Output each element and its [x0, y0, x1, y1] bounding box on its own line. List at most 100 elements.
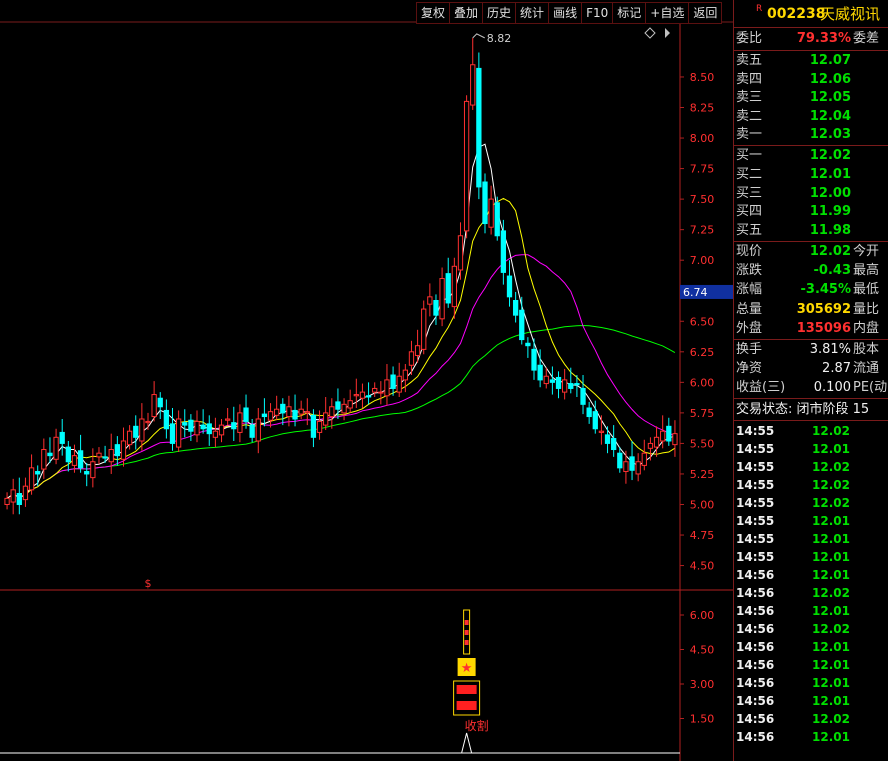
divider — [734, 27, 888, 28]
tick-time: 14:55 — [736, 514, 775, 528]
candle-body — [384, 379, 390, 397]
tick-time: 14:55 — [736, 478, 775, 492]
candle-body — [126, 430, 133, 446]
candle-body — [114, 444, 120, 457]
tick-time: 14:56 — [736, 568, 775, 582]
candle-body — [102, 456, 108, 459]
tick-row: 14:55 12.02 — [734, 422, 888, 440]
stat-row-label: 收益(三) — [736, 380, 786, 395]
tick-price: 12.01 — [812, 730, 850, 744]
tick-time: 14:56 — [736, 658, 775, 672]
candle-body — [439, 278, 445, 320]
candle-body — [16, 493, 22, 505]
toolbar-history-button[interactable]: 历史 — [482, 2, 516, 24]
tick-time: 14:56 — [736, 604, 775, 618]
toolbar-add-watchlist-button[interactable]: +自选 — [645, 2, 689, 24]
play-icon — [665, 28, 670, 38]
candle-body — [365, 395, 372, 398]
peak-marker — [472, 33, 485, 39]
divider — [734, 420, 888, 421]
peak-price-label: 8.82 — [487, 32, 512, 45]
quote-panel: R 002238 天威视讯 委比 79.33% 委差 卖五 12.07 卖四 12.0… — [733, 0, 888, 761]
bottom-y-tick-label: 6.00 — [690, 609, 715, 622]
candle-body — [543, 375, 549, 385]
chart-frame — [0, 21, 733, 761]
candle-body — [298, 408, 304, 415]
quote-row: 现价 12.02 今开 — [734, 243, 888, 261]
quote-row-label: 总量 — [736, 301, 763, 317]
candle-body — [629, 456, 635, 471]
candle-body — [323, 412, 329, 426]
star-icon: ★ — [461, 661, 473, 676]
ask-row-value: 12.03 — [809, 127, 851, 142]
candle-body — [574, 383, 580, 386]
tick-row: 14:56 12.01 — [734, 728, 888, 746]
ma-path — [6, 254, 676, 499]
candle-body — [286, 406, 292, 418]
tick-price: 12.02 — [812, 712, 850, 726]
candle-body — [65, 446, 71, 463]
ask-row-value: 12.04 — [809, 108, 851, 124]
candle-body — [182, 422, 188, 426]
candle-body — [635, 461, 641, 475]
tick-time: 14:56 — [736, 712, 775, 726]
tick-time: 14:56 — [736, 694, 775, 708]
candle-body — [151, 394, 157, 418]
toolbar-mark-button[interactable]: 标记 — [612, 2, 646, 24]
candle-body — [408, 351, 415, 366]
stat-row: 净资 2.87 流通 — [734, 360, 888, 378]
toolbar-f10-button[interactable]: F10 — [581, 2, 613, 24]
y-tick-label: 7.00 — [690, 254, 715, 267]
candle-body — [611, 438, 617, 451]
ask-row: 卖四 12.06 — [734, 71, 888, 89]
kline-chart[interactable]: 8.508.258.007.757.507.257.006.756.506.25… — [0, 0, 733, 761]
ask-row: 卖二 12.04 — [734, 108, 888, 126]
candle-body — [47, 452, 53, 457]
tick-price: 12.01 — [812, 604, 850, 618]
candle-body — [175, 418, 182, 448]
candle-body — [427, 296, 433, 305]
ma10-line — [6, 197, 676, 499]
candle-body — [378, 391, 384, 394]
toolbar-fuquan-button[interactable]: 复权 — [416, 2, 450, 24]
tick-row: 14:56 12.02 — [734, 710, 888, 728]
candle-body — [390, 374, 396, 389]
tick-price: 12.02 — [812, 622, 850, 636]
tick-row: 14:55 12.01 — [734, 530, 888, 548]
tick-time: 14:55 — [736, 532, 775, 546]
candle-body — [463, 100, 470, 232]
ask-row-label: 卖二 — [736, 108, 763, 124]
divider — [734, 398, 888, 399]
ask-row: 卖一 12.03 — [734, 126, 888, 144]
toolbar-stats-button[interactable]: 统计 — [515, 2, 549, 24]
signal-bar — [456, 685, 477, 694]
candle-body — [488, 198, 494, 228]
candle-body — [445, 273, 451, 304]
weibi-label: 委比 — [736, 31, 763, 46]
stat-row-label: 净资 — [736, 361, 763, 376]
bottom-y-tick-label: 3.00 — [690, 678, 715, 691]
candle-body — [476, 67, 482, 188]
candle-body — [592, 411, 598, 430]
stock-header: R 002238 天威视讯 — [734, 3, 888, 25]
candle-body — [84, 471, 90, 475]
candle-body — [482, 181, 488, 225]
y-tick-label: 8.00 — [690, 132, 715, 145]
bid-row-value: 12.01 — [809, 166, 851, 182]
tick-price: 12.01 — [812, 514, 850, 528]
stat-row-value: 0.100 — [813, 380, 851, 395]
candle-body — [470, 64, 476, 106]
candle-body — [188, 419, 194, 432]
candle-body — [341, 403, 347, 414]
tick-price: 12.01 — [812, 676, 850, 690]
toolbar-overlay-button[interactable]: 叠加 — [449, 2, 483, 24]
candle-body — [310, 414, 317, 438]
toolbar-back-button[interactable]: 返回 — [688, 2, 723, 24]
tick-price: 12.01 — [812, 694, 850, 708]
candle-body — [335, 401, 341, 410]
candle-body — [77, 450, 84, 469]
stat-row: 换手 3.81% 股本 — [734, 341, 888, 359]
candle-body — [372, 387, 378, 393]
toolbar-draw-button[interactable]: 画线 — [548, 2, 582, 24]
candle-body — [71, 455, 78, 466]
